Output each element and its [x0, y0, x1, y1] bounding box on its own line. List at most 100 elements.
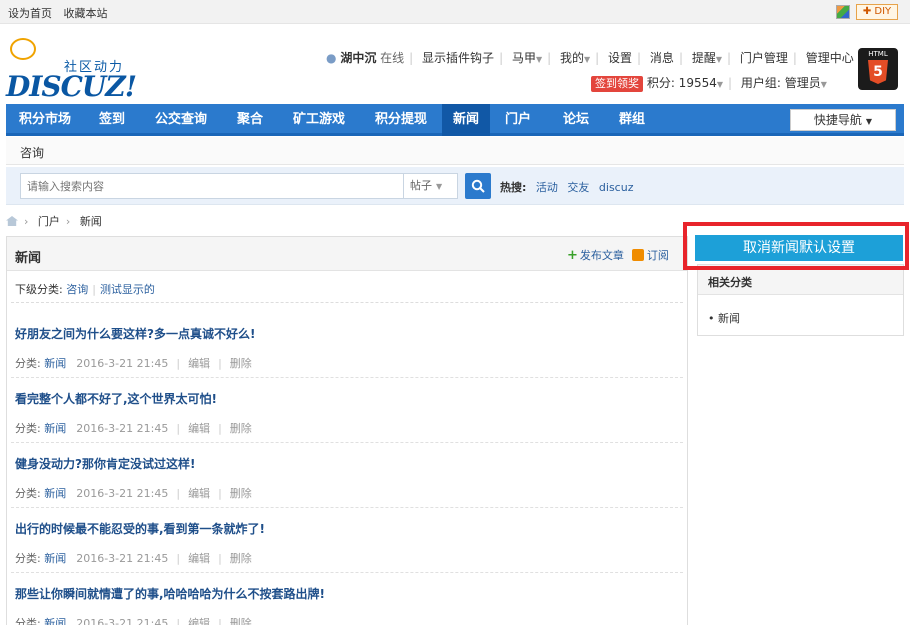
article-category[interactable]: 新闻 — [44, 552, 66, 565]
show-hooks-link[interactable]: 显示插件钩子 — [422, 51, 494, 65]
admin-center-link[interactable]: 管理中心 — [806, 51, 854, 65]
subnav-item-consult[interactable]: 咨询 — [20, 144, 44, 161]
cancel-news-default-button[interactable]: 取消新闻默认设置 — [695, 235, 903, 261]
online-status[interactable]: 在线 — [380, 51, 404, 65]
portal-admin-link[interactable]: 门户管理 — [740, 51, 788, 65]
nav-item-portal[interactable]: 门户 — [490, 104, 546, 136]
chevron-down-icon: ▼ — [716, 80, 724, 89]
news-panel: 新闻 + 发布文章 订阅 下级分类: 咨询 | 测试显示的 好朋友之间为什么要这样?多一… — [6, 236, 688, 625]
subscribe-link[interactable]: 订阅 — [647, 249, 669, 262]
article-date: 2016-3-21 21:45 — [76, 487, 169, 500]
nav-item-news[interactable]: 新闻 — [442, 104, 490, 136]
article-title[interactable]: 那些让你瞬间就情遭了的事,哈哈哈哈为什么不按套路出牌! — [15, 585, 325, 602]
quick-nav-button[interactable]: 快捷导航 ▼ — [790, 109, 896, 131]
notices-menu[interactable]: 提醒 — [692, 51, 716, 65]
home-icon[interactable] — [6, 216, 18, 226]
breadcrumb-news[interactable]: 新闻 — [80, 215, 102, 228]
breadcrumb-portal[interactable]: 门户 — [38, 215, 60, 228]
article-title[interactable]: 好朋友之间为什么要这样?多一点真诚不好么! — [15, 325, 255, 342]
user-stats: 签到领奖 积分: 19554▼ | 用户组: 管理员▼ — [591, 74, 827, 92]
nav-item-points-market[interactable]: 积分市场 — [6, 104, 84, 136]
logo-bubble-icon — [10, 38, 36, 60]
hot-search-item[interactable]: 活动 — [536, 181, 558, 194]
divider — [11, 302, 683, 303]
site-logo[interactable]: 社区动力 DISCUZ! — [6, 34, 146, 103]
rss-icon — [631, 249, 644, 261]
settings-link[interactable]: 设置 — [608, 51, 632, 65]
divider — [11, 572, 683, 573]
plus-icon: + — [567, 248, 578, 263]
subcategories: 下级分类: 咨询 | 测试显示的 — [15, 283, 155, 296]
nav-item-aggregate[interactable]: 聚合 — [222, 104, 278, 136]
edit-link[interactable]: 编辑 — [188, 617, 210, 625]
search-button[interactable] — [465, 173, 491, 199]
article-title[interactable]: 出行的时候最不能忍受的事,看到第一条就炸了! — [15, 520, 265, 537]
article-category[interactable]: 新闻 — [44, 487, 66, 500]
chevron-down-icon: ▼ — [436, 182, 443, 191]
related-category-item[interactable]: • 新闻 — [708, 310, 740, 326]
article-meta: 分类: 新闻 2016-3-21 21:45 | 编辑 | 删除 — [15, 552, 252, 565]
nav-item-withdraw[interactable]: 积分提现 — [360, 104, 442, 136]
username-link[interactable]: 湖中沉 — [340, 51, 376, 65]
chevron-down-icon: ▼ — [865, 117, 873, 126]
edit-link[interactable]: 编辑 — [188, 552, 210, 565]
article-meta: 分类: 新闻 2016-3-21 21:45 | 编辑 | 删除 — [15, 615, 252, 625]
delete-link[interactable]: 删除 — [230, 552, 252, 565]
chevron-down-icon: ▼ — [715, 55, 722, 64]
article-title[interactable]: 看完整个人都不好了,这个世界太可怕! — [15, 390, 217, 407]
nav-item-groups[interactable]: 群组 — [606, 104, 658, 136]
sub-nav: 咨询 — [6, 137, 904, 165]
edit-link[interactable]: 编辑 — [188, 487, 210, 500]
article-item: 看完整个人都不好了,这个世界太可怕! 分类: 新闻 2016-3-21 21:45… — [11, 390, 683, 455]
checkin-button[interactable]: 签到领奖 — [591, 76, 643, 92]
related-categories-title: 相关分类 — [708, 276, 752, 289]
divider — [11, 377, 683, 378]
messages-link[interactable]: 消息 — [650, 51, 674, 65]
chevron-down-icon: ▼ — [535, 55, 543, 64]
article-category[interactable]: 新闻 — [44, 422, 66, 435]
chevron-down-icon: ▼ — [584, 55, 591, 64]
bookmark-link[interactable]: 收藏本站 — [64, 7, 108, 20]
search-input[interactable] — [20, 173, 404, 199]
news-panel-header: 新闻 + 发布文章 订阅 — [7, 237, 687, 271]
category-label: 分类: — [15, 617, 41, 625]
hot-search-item[interactable]: discuz — [599, 181, 634, 194]
search-bar: 帖子 ▼ 热搜: 活动 交友 discuz — [6, 167, 904, 205]
edit-link[interactable]: 编辑 — [188, 422, 210, 435]
article-date: 2016-3-21 21:45 — [76, 357, 169, 370]
search-type-select[interactable]: 帖子 ▼ — [404, 173, 458, 199]
set-home-link[interactable]: 设为首页 — [8, 7, 52, 20]
diy-button[interactable]: ✚ DIY — [856, 4, 898, 20]
delete-link[interactable]: 删除 — [230, 422, 252, 435]
html5-badge[interactable]: HTML 5 — [858, 48, 898, 90]
subcat-item[interactable]: 咨询 — [66, 283, 88, 296]
nav-item-forum[interactable]: 论坛 — [546, 104, 606, 136]
nav-item-checkin[interactable]: 签到 — [84, 104, 140, 136]
edit-link[interactable]: 编辑 — [188, 357, 210, 370]
delete-link[interactable]: 删除 — [230, 487, 252, 500]
article-category[interactable]: 新闻 — [44, 617, 66, 625]
article-item: 那些让你瞬间就情遭了的事,哈哈哈哈为什么不按套路出牌! 分类: 新闻 2016-3… — [15, 585, 681, 625]
style-switch-icon[interactable] — [836, 5, 850, 19]
delete-link[interactable]: 删除 — [230, 357, 252, 370]
logo-text: DISCUZ! — [6, 70, 137, 103]
hot-search: 热搜: 活动 交友 discuz — [500, 179, 633, 195]
publish-article-link[interactable]: 发布文章 — [580, 249, 624, 262]
delete-link[interactable]: 删除 — [230, 617, 252, 625]
nav-item-miner-game[interactable]: 矿工游戏 — [278, 104, 360, 136]
article-category[interactable]: 新闻 — [44, 357, 66, 370]
search-icon — [471, 179, 485, 193]
usergroup-menu[interactable]: 用户组: 管理员 — [741, 76, 821, 90]
points-menu[interactable]: 积分: 19554 — [647, 76, 717, 90]
category-label: 分类: — [15, 552, 41, 565]
hot-search-item[interactable]: 交友 — [567, 181, 589, 194]
article-date: 2016-3-21 21:45 — [76, 617, 169, 625]
article-item: 出行的时候最不能忍受的事,看到第一条就炸了! 分类: 新闻 2016-3-21 2… — [11, 520, 683, 585]
nav-item-bus[interactable]: 公交查询 — [140, 104, 222, 136]
top-links: 设为首页 收藏本站 — [8, 5, 116, 21]
article-title[interactable]: 健身没动力?那你肯定没试过这样! — [15, 455, 195, 472]
vest-menu[interactable]: 马甲 — [512, 51, 536, 65]
my-menu[interactable]: 我的 — [560, 51, 584, 65]
article-date: 2016-3-21 21:45 — [76, 552, 169, 565]
subcat-item[interactable]: 测试显示的 — [100, 283, 155, 296]
